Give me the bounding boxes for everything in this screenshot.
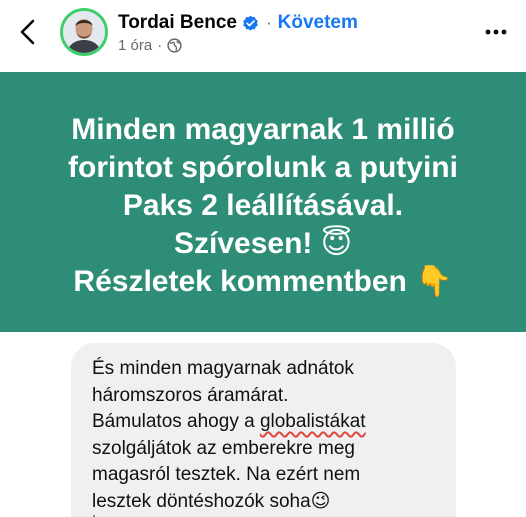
author-row: Tordai Bence · Követem — [118, 11, 358, 35]
comment-screenshot-area: És minden magyarnak adnátok háromszoros … — [0, 332, 526, 517]
comment-line: háromszoros áramárat. — [92, 384, 289, 406]
follow-button[interactable]: Követem — [278, 12, 358, 34]
post-header: Tordai Bence · Követem 1 óra · — [0, 0, 526, 72]
avatar[interactable] — [60, 8, 108, 56]
comment-line: Bámulatos ahogy a globalistákat — [92, 409, 442, 436]
comment-text: És minden magyarnak adnátok háromszoros … — [92, 356, 442, 517]
banner-line: Minden magyarnak 1 millió — [71, 113, 455, 146]
comment-line-text: lesztek döntéshozók soha😉 — [92, 490, 331, 512]
name-separator: · — [265, 13, 272, 32]
author-name[interactable]: Tordai Bence — [118, 12, 237, 34]
post-image-banner[interactable]: Minden magyarnak 1 millió forintot spóro… — [0, 72, 526, 332]
comment-line: szolgáljátok az emberekre meg — [92, 437, 355, 459]
globe-icon — [167, 38, 182, 53]
verified-badge-icon — [243, 15, 258, 31]
more-options-icon[interactable] — [484, 24, 508, 40]
comment-line: magasról tesztek. Na ezért nem — [92, 464, 361, 485]
meta-separator: · — [157, 37, 163, 54]
spellcheck-word: globalistákat — [259, 411, 366, 432]
banner-text: Minden magyarnak 1 millió forintot spóro… — [68, 111, 458, 301]
post-timestamp[interactable]: 1 óra — [118, 37, 152, 54]
post-meta: 1 óra · — [118, 37, 182, 54]
banner-line: Szívesen! 😇 — [173, 227, 352, 260]
avatar-photo — [63, 11, 105, 53]
comment-bubble: És minden magyarnak adnátok háromszoros … — [71, 343, 456, 517]
comment-line-text: Bámulatos ahogy a — [92, 411, 260, 432]
back-chevron-icon[interactable] — [16, 18, 40, 46]
comment-line: lesztek döntéshozók soha😉 — [92, 489, 442, 517]
banner-line: Paks 2 leállításával. — [122, 189, 404, 222]
banner-line: Részletek kommentben 👇 — [73, 265, 453, 298]
comment-line: És minden magyarnak adnátok — [92, 358, 354, 379]
banner-line: forintot spórolunk a putyini — [68, 151, 458, 184]
